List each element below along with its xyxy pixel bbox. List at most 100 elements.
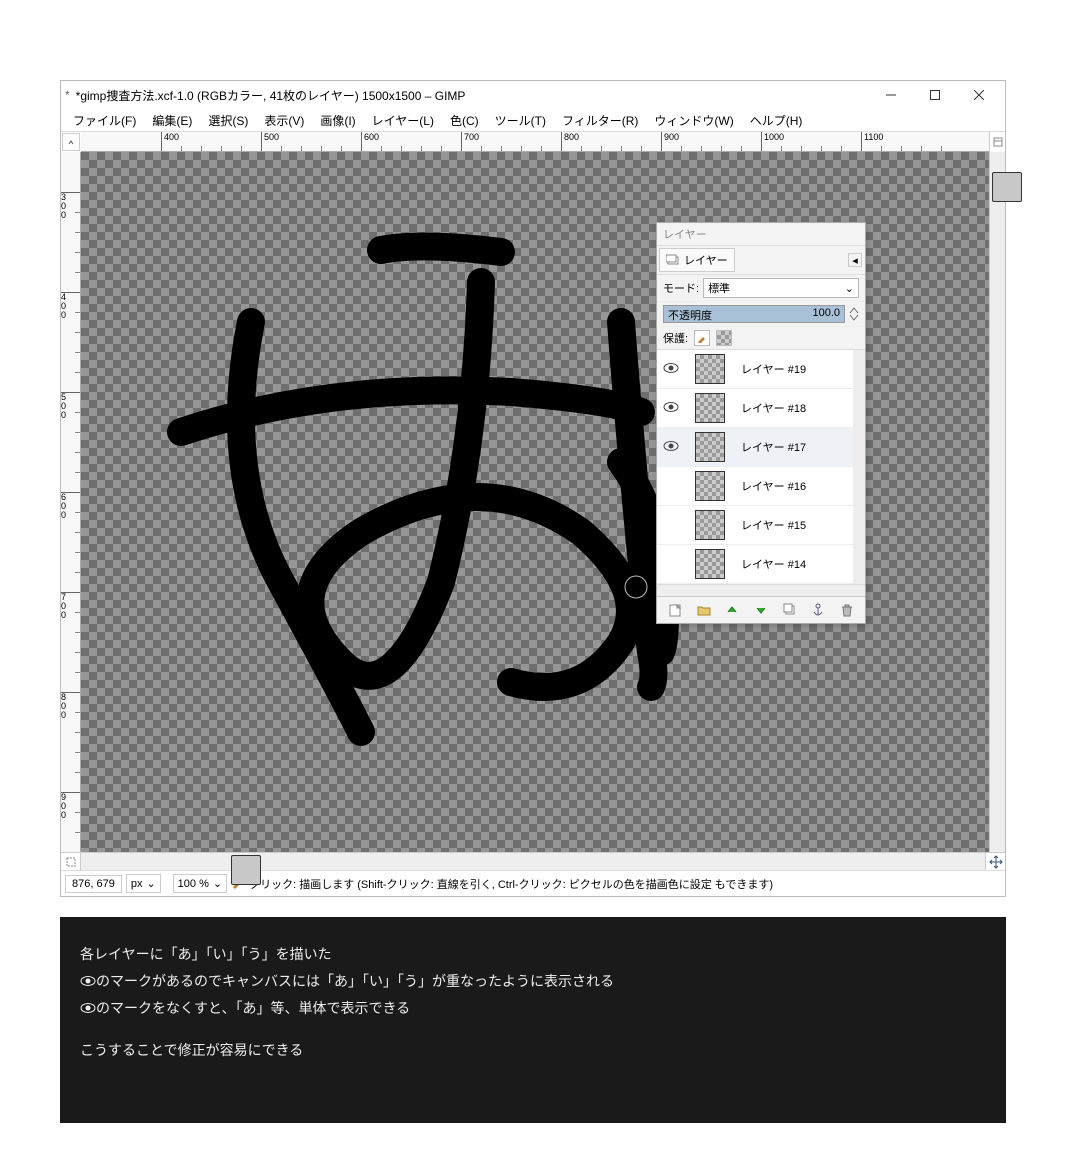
layer-item[interactable]: レイヤー #16 — [657, 467, 853, 506]
layer-item[interactable]: レイヤー #17 — [657, 428, 853, 467]
menu-layer[interactable]: レイヤー(L) — [364, 110, 442, 131]
horizontal-scrollbar[interactable] — [81, 853, 985, 870]
menubar: ファイル(F) 編集(E) 選択(S) 表示(V) 画像(I) レイヤー(L) … — [61, 109, 1005, 131]
quick-mask-button[interactable] — [61, 853, 81, 870]
layer-name[interactable]: レイヤー #16 — [741, 478, 806, 494]
layer-name[interactable]: レイヤー #19 — [741, 361, 806, 377]
menu-edit[interactable]: 編集(E) — [144, 110, 200, 131]
chevron-down-icon: ⌄ — [213, 877, 222, 890]
menu-file[interactable]: ファイル(F) — [65, 110, 144, 131]
layer-buttons — [657, 596, 865, 623]
zoom-select[interactable]: 100 %⌄ — [173, 874, 227, 893]
layer-item[interactable]: レイヤー #18 — [657, 389, 853, 428]
tab-menu-button[interactable]: ◂ — [848, 253, 862, 267]
lock-alpha-button[interactable] — [716, 330, 732, 346]
layer-thumbnail — [695, 393, 725, 423]
eye-icon — [663, 362, 679, 374]
pointer-coords: 876, 679 — [65, 875, 122, 893]
ruler-tick: 500 — [261, 132, 279, 151]
ruler-tick: 600 — [361, 132, 379, 151]
chevron-down-icon: ⌄ — [845, 282, 854, 295]
menu-help[interactable]: ヘルプ(H) — [742, 110, 811, 131]
ruler-tick: 700 — [61, 592, 80, 620]
mode-row: モード: 標準 ⌄ — [657, 275, 865, 302]
visibility-toggle[interactable] — [663, 440, 679, 455]
menu-color[interactable]: 色(C) — [442, 110, 487, 131]
layer-list-scrollbar[interactable] — [853, 350, 865, 584]
vertical-ruler[interactable]: 300400500600700800900 — [61, 152, 81, 852]
layer-thumbnail — [695, 354, 725, 384]
open-layer-button[interactable] — [695, 601, 713, 619]
lock-row: 保護: — [657, 327, 865, 350]
layers-tab[interactable]: レイヤー — [659, 248, 735, 272]
layer-name[interactable]: レイヤー #14 — [741, 556, 806, 572]
visibility-toggle[interactable] — [663, 362, 679, 377]
menu-filter[interactable]: フィルター(R) — [554, 110, 646, 131]
menu-image[interactable]: 画像(I) — [312, 110, 363, 131]
maximize-button[interactable] — [913, 81, 957, 109]
unit-select[interactable]: px⌄ — [126, 874, 161, 893]
eye-icon — [80, 996, 96, 1023]
caption-line: のマークがあるのでキャンバスには「あ」「い」「う」が重なったように表示される — [80, 968, 986, 996]
layer-thumbnail — [695, 510, 725, 540]
visibility-toggle[interactable] — [663, 401, 679, 416]
statusbar: 876, 679 px⌄ 100 %⌄ クリック: 描画します (Shift-ク… — [61, 870, 1005, 896]
chevron-down-icon: ⌄ — [146, 877, 155, 890]
ruler-menu-button[interactable] — [989, 132, 1005, 152]
layer-list-hscroll[interactable] — [657, 584, 865, 596]
ruler-tick: 900 — [661, 132, 679, 151]
eye-icon — [663, 440, 679, 452]
caption-line: こうすることで修正が容易にできる — [80, 1037, 986, 1064]
menu-select[interactable]: 選択(S) — [200, 110, 256, 131]
eye-icon — [663, 401, 679, 413]
horizontal-ruler[interactable]: 40050060070080090010001100 — [81, 132, 989, 152]
ruler-row: 40050060070080090010001100 — [61, 131, 1005, 152]
minimize-button[interactable] — [869, 81, 913, 109]
status-hint: クリック: 描画します (Shift-クリック: 直線を引く, Ctrl-クリッ… — [249, 876, 773, 892]
layers-icon — [666, 254, 680, 266]
vertical-scrollbar[interactable] — [989, 152, 1005, 852]
opacity-row: 不透明度 100.0 — [657, 302, 865, 327]
layers-dialog[interactable]: レイヤー レイヤー ◂ モード: 標準 ⌄ — [656, 222, 866, 624]
layer-name[interactable]: レイヤー #15 — [741, 517, 806, 533]
ruler-tick: 800 — [61, 692, 80, 720]
layers-dialog-title[interactable]: レイヤー — [657, 223, 865, 246]
layer-thumbnail — [695, 432, 725, 462]
lower-layer-button[interactable] — [752, 601, 770, 619]
navigation-button[interactable] — [985, 853, 1005, 870]
titlebar: * *gimp捜査方法.xcf-1.0 (RGBカラー, 41枚のレイヤー) 1… — [61, 81, 1005, 109]
layer-name[interactable]: レイヤー #18 — [741, 400, 806, 416]
gimp-window: * *gimp捜査方法.xcf-1.0 (RGBカラー, 41枚のレイヤー) 1… — [60, 80, 1006, 897]
ruler-origin-button[interactable] — [62, 133, 80, 151]
delete-layer-button[interactable] — [838, 601, 856, 619]
menu-window[interactable]: ウィンドウ(W) — [646, 110, 741, 131]
ruler-tick: 400 — [61, 292, 80, 320]
lock-pixels-button[interactable] — [694, 330, 710, 346]
new-layer-button[interactable] — [666, 601, 684, 619]
canvas[interactable]: レイヤー レイヤー ◂ モード: 標準 ⌄ — [81, 152, 989, 852]
layer-list[interactable]: レイヤー #19 レイヤー #18 レイヤー #17 レイヤー #16 レイヤー #15… — [657, 350, 853, 584]
ruler-tick: 900 — [61, 792, 80, 820]
menu-tools[interactable]: ツール(T) — [487, 110, 554, 131]
ruler-tick: 300 — [61, 192, 80, 220]
layer-item[interactable]: レイヤー #19 — [657, 350, 853, 389]
layer-thumbnail — [695, 549, 725, 579]
mode-select[interactable]: 標準 ⌄ — [703, 278, 859, 298]
menu-view[interactable]: 表示(V) — [256, 110, 312, 131]
caption-line: 各レイヤーに「あ」「い」「う」を描いた — [80, 941, 986, 968]
close-button[interactable] — [957, 81, 1001, 109]
ruler-tick: 800 — [561, 132, 579, 151]
layer-thumbnail — [695, 471, 725, 501]
lock-label: 保護: — [663, 330, 688, 346]
layer-name[interactable]: レイヤー #17 — [741, 439, 806, 455]
layer-item[interactable]: レイヤー #14 — [657, 545, 853, 584]
ruler-tick: 1100 — [861, 132, 883, 151]
opacity-spinner[interactable] — [849, 307, 859, 321]
opacity-slider[interactable]: 不透明度 100.0 — [663, 305, 845, 323]
caption-line: のマークをなくすと、「あ」等、単体で表示できる — [80, 995, 986, 1023]
duplicate-layer-button[interactable] — [781, 601, 799, 619]
caption-box: 各レイヤーに「あ」「い」「う」を描いた のマークがあるのでキャンバスには「あ」「… — [60, 917, 1006, 1123]
layer-item[interactable]: レイヤー #15 — [657, 506, 853, 545]
anchor-layer-button[interactable] — [809, 601, 827, 619]
raise-layer-button[interactable] — [723, 601, 741, 619]
